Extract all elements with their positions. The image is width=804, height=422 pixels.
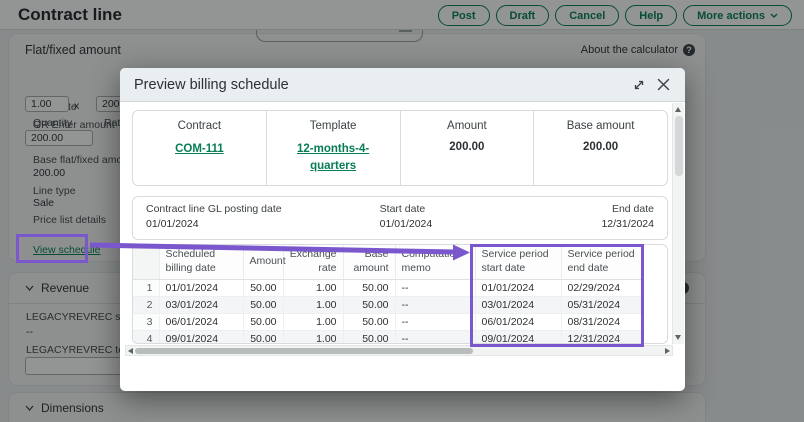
table-row: 101/01/202450.001.0050.00--01/01/202402/…	[133, 279, 643, 296]
horizontal-scrollbar-thumb[interactable]	[135, 348, 473, 354]
table-cell: 50.00	[243, 296, 283, 313]
table-cell: 09/01/2024	[159, 330, 243, 344]
summary-label: Template	[310, 120, 357, 132]
summary-amount: Amount 200.00	[401, 111, 535, 185]
table-cell: 05/31/2024	[561, 296, 643, 313]
table-cell: 50.00	[343, 330, 395, 344]
column-header: Base amount	[343, 245, 395, 279]
table-cell: 03/01/2024	[475, 296, 561, 313]
table-cell: 08/31/2024	[561, 313, 643, 330]
table-cell: 50.00	[343, 313, 395, 330]
column-header	[133, 245, 159, 279]
summary-label: Amount	[447, 120, 487, 132]
summary-value: 200.00	[583, 141, 618, 153]
end-date: End date 12/31/2024	[601, 203, 654, 239]
table-cell: 50.00	[243, 279, 283, 296]
screen: Contract line Post Draft Cancel Help Mor…	[0, 0, 804, 422]
gl-posting-date: Contract line GL posting date 01/01/2024	[146, 203, 380, 239]
billing-schedule-table-container: Scheduled billing dateAmountExchange rat…	[132, 244, 668, 344]
table-cell: 1.00	[283, 279, 343, 296]
table-cell: 12/31/2024	[561, 330, 643, 344]
table-cell: 01/01/2024	[475, 279, 561, 296]
summary-value: 200.00	[449, 141, 484, 153]
column-header: Amount	[243, 245, 283, 279]
scroll-right-icon[interactable]	[665, 348, 670, 354]
preview-billing-schedule-modal: Preview billing schedule Contract COM-11…	[120, 68, 685, 391]
table-cell: 06/01/2024	[475, 313, 561, 330]
scroll-down-icon[interactable]	[675, 335, 681, 340]
table-cell: 50.00	[343, 296, 395, 313]
table-cell: --	[395, 313, 475, 330]
dates-box: Contract line GL posting date 01/01/2024…	[132, 196, 668, 240]
table-cell: --	[395, 279, 475, 296]
row-number: 4	[133, 330, 159, 344]
table-cell: 1.00	[283, 296, 343, 313]
table-cell: 06/01/2024	[159, 313, 243, 330]
modal-header: Preview billing schedule	[120, 68, 685, 102]
template-link[interactable]: 12-months-4-quarters	[283, 141, 383, 176]
summary-label: Base amount	[567, 120, 635, 132]
date-value: 01/01/2024	[146, 218, 380, 230]
date-label: Contract line GL posting date	[146, 203, 380, 215]
modal-title: Preview billing schedule	[134, 77, 621, 93]
table-cell: 02/29/2024	[561, 279, 643, 296]
row-number: 1	[133, 279, 159, 296]
billing-table: Scheduled billing dateAmountExchange rat…	[133, 245, 644, 344]
contract-link[interactable]: COM-111	[175, 141, 224, 158]
summary-label: Contract	[178, 120, 221, 132]
vertical-scrollbar-thumb[interactable]	[675, 116, 683, 176]
table-cell: 09/01/2024	[475, 330, 561, 344]
column-header: Exchange rate	[283, 245, 343, 279]
date-value: 12/31/2024	[601, 218, 654, 230]
table-cell: 03/01/2024	[159, 296, 243, 313]
table-cell: 1.00	[283, 313, 343, 330]
scroll-left-icon[interactable]	[128, 348, 133, 354]
horizontal-scrollbar[interactable]	[125, 345, 673, 356]
table-row: 203/01/202450.001.0050.00--03/01/202405/…	[133, 296, 643, 313]
column-header: Service period end date	[561, 245, 643, 279]
table-cell: --	[395, 296, 475, 313]
table-cell: 1.00	[283, 330, 343, 344]
summary-base-amount: Base amount 200.00	[534, 111, 667, 185]
vertical-scrollbar[interactable]	[672, 103, 684, 344]
column-header: Computation memo	[395, 245, 475, 279]
date-label: End date	[601, 203, 654, 215]
date-value: 01/01/2024	[380, 218, 602, 230]
table-header-row: Scheduled billing dateAmountExchange rat…	[133, 245, 643, 279]
table-cell: --	[395, 330, 475, 344]
table-cell: 50.00	[243, 313, 283, 330]
column-header: Scheduled billing date	[159, 245, 243, 279]
scroll-up-icon[interactable]	[675, 107, 681, 112]
summary-template: Template 12-months-4-quarters	[267, 111, 401, 185]
close-icon[interactable]	[656, 77, 671, 92]
summary-contract: Contract COM-111	[133, 111, 267, 185]
row-number: 3	[133, 313, 159, 330]
table-cell: 01/01/2024	[159, 279, 243, 296]
start-date: Start date 01/01/2024	[380, 203, 602, 239]
row-number: 2	[133, 296, 159, 313]
table-cell: 50.00	[343, 279, 395, 296]
date-label: Start date	[380, 203, 602, 215]
summary-cards: Contract COM-111 Template 12-months-4-qu…	[132, 110, 668, 186]
table-row: 306/01/202450.001.0050.00--06/01/202408/…	[133, 313, 643, 330]
expand-icon[interactable]	[631, 77, 646, 92]
table-row: 409/01/202450.001.0050.00--09/01/202412/…	[133, 330, 643, 344]
column-header: Service period start date	[475, 245, 561, 279]
table-cell: 50.00	[243, 330, 283, 344]
